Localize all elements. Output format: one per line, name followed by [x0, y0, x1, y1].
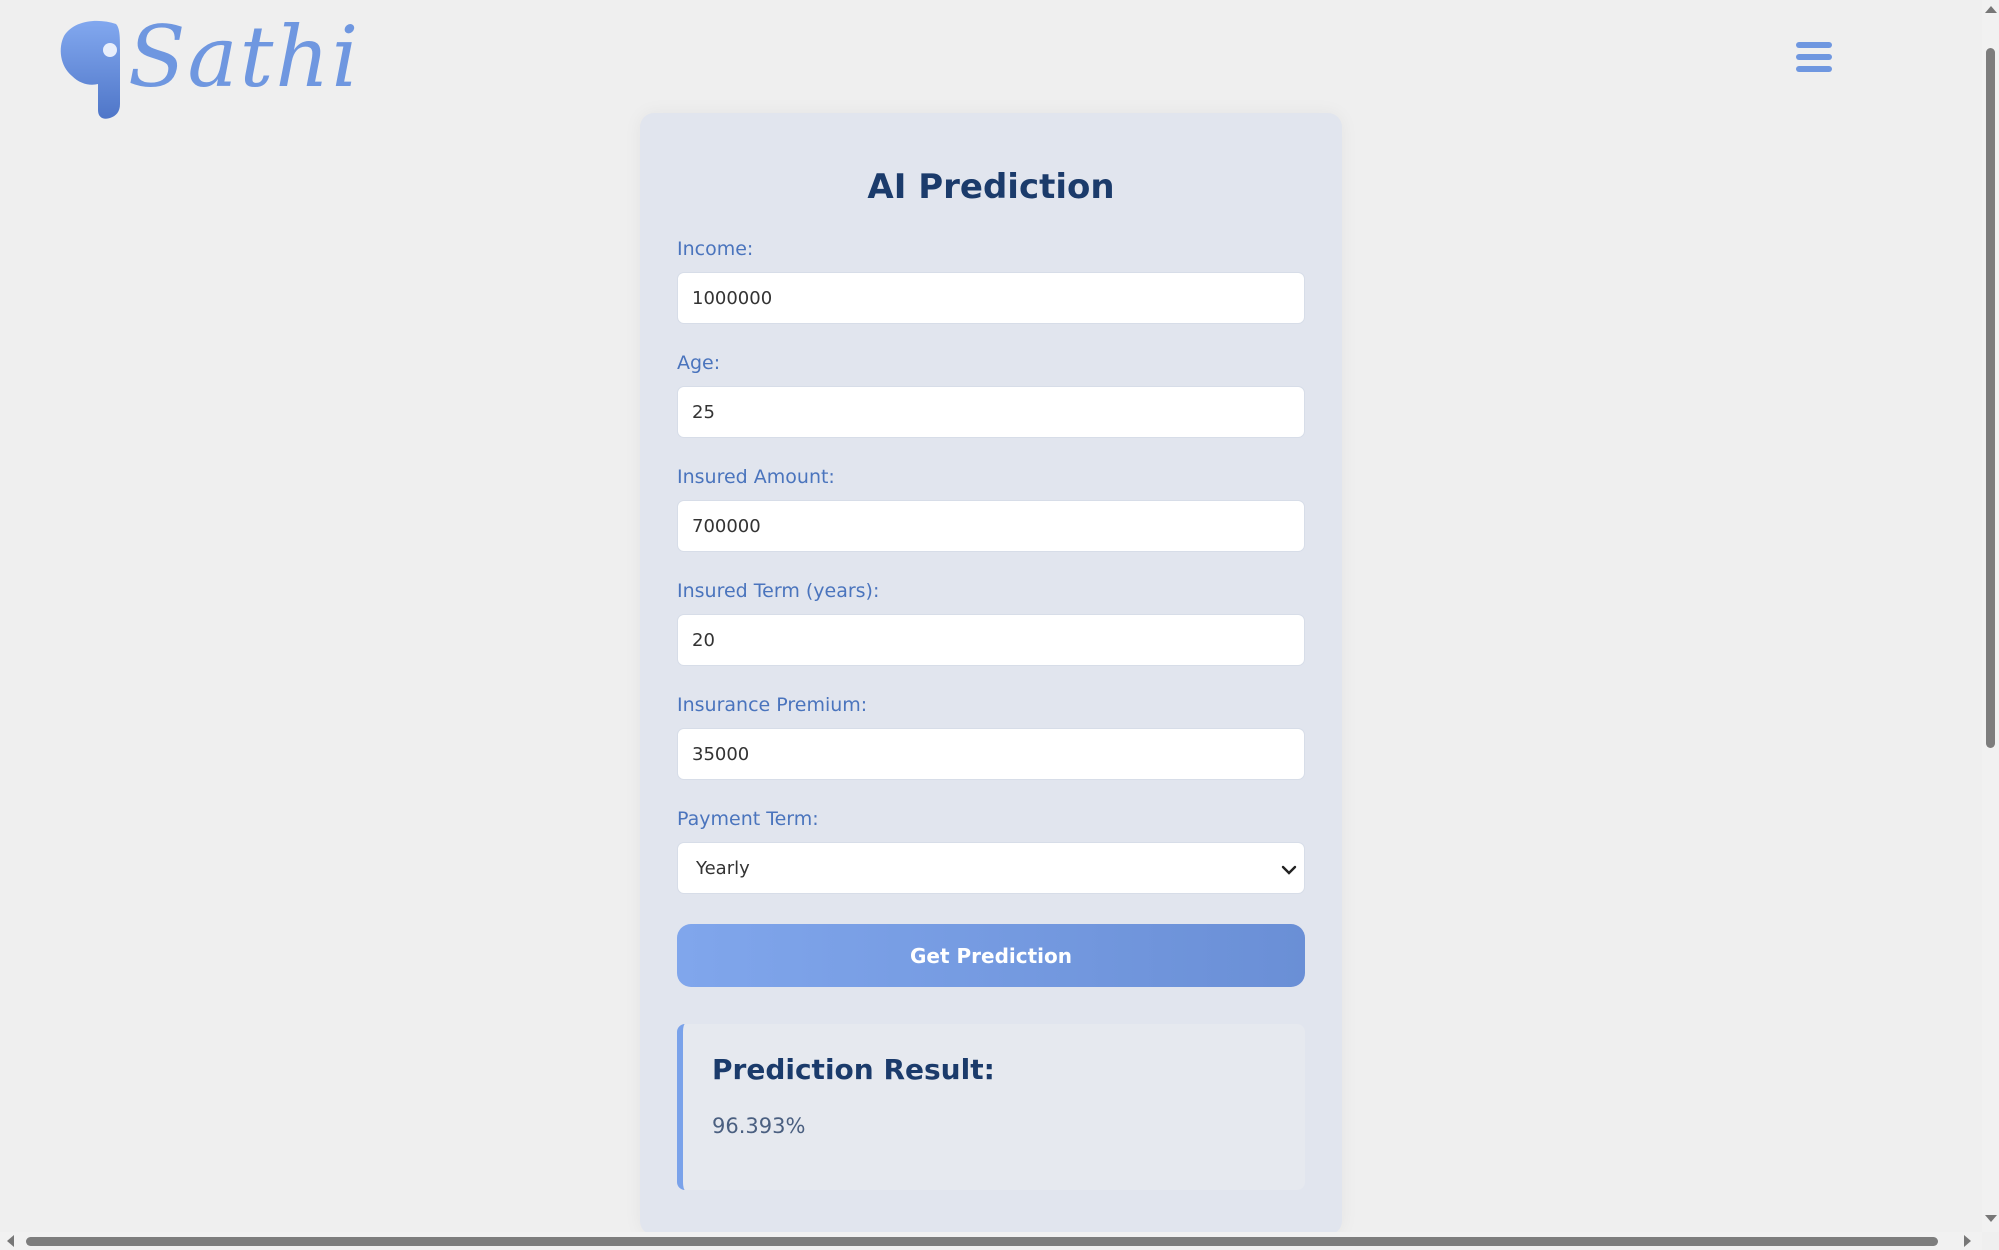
- result-title: Prediction Result:: [712, 1053, 995, 1086]
- age-label: Age:: [677, 352, 721, 374]
- hamburger-menu-icon[interactable]: [1796, 42, 1832, 82]
- page-title: AI Prediction: [867, 167, 1115, 207]
- insured-amount-label: Insured Amount:: [677, 466, 835, 488]
- scroll-left-arrow-icon[interactable]: [7, 1235, 14, 1247]
- insured-term-label: Insured Term (years):: [677, 580, 880, 602]
- scroll-right-arrow-icon[interactable]: [1964, 1235, 1971, 1247]
- prediction-result-panel: Prediction Result: 96.393%: [677, 1024, 1305, 1190]
- payment-term-select[interactable]: Yearly: [677, 842, 1305, 894]
- age-input[interactable]: [677, 386, 1305, 438]
- insurance-premium-input[interactable]: [677, 728, 1305, 780]
- insured-amount-input[interactable]: [677, 500, 1305, 552]
- scroll-up-arrow-icon[interactable]: [1985, 6, 1997, 13]
- horizontal-scrollbar-thumb[interactable]: [26, 1237, 1938, 1246]
- insurance-premium-label: Insurance Premium:: [677, 694, 868, 716]
- vertical-scrollbar-thumb[interactable]: [1986, 48, 1995, 748]
- get-prediction-button[interactable]: Get Prediction: [677, 924, 1305, 987]
- logo-text: Sathi: [128, 8, 361, 106]
- prediction-card: AI Prediction Income: Age: Insured Amoun…: [640, 113, 1342, 1235]
- horizontal-scrollbar[interactable]: [0, 1232, 1982, 1250]
- income-label: Income:: [677, 238, 754, 260]
- vertical-scrollbar[interactable]: [1982, 0, 1999, 1232]
- payment-term-label: Payment Term:: [677, 808, 819, 830]
- result-value: 96.393%: [712, 1114, 806, 1138]
- income-input[interactable]: [677, 272, 1305, 324]
- insured-term-input[interactable]: [677, 614, 1305, 666]
- sathi-logo[interactable]: Sathi: [58, 8, 358, 120]
- scroll-down-arrow-icon[interactable]: [1985, 1215, 1997, 1222]
